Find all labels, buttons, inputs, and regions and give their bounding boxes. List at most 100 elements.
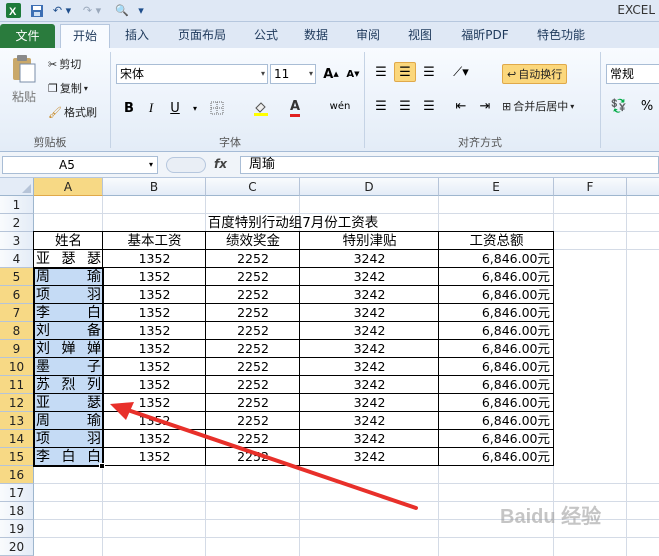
redo-icon[interactable]: ↷ ▾: [80, 2, 104, 19]
undo-icon[interactable]: ↶ ▾: [50, 2, 74, 19]
column-header-f[interactable]: F: [554, 178, 627, 196]
allowance-cell[interactable]: 3242: [300, 268, 439, 286]
italic-button[interactable]: I: [140, 98, 162, 118]
name-box[interactable]: A5 ▾: [2, 156, 158, 174]
row-header[interactable]: 8: [0, 322, 34, 340]
column-header-g[interactable]: [627, 178, 659, 196]
allowance-cell[interactable]: 3242: [300, 250, 439, 268]
name-cell[interactable]: 刘备: [34, 322, 103, 340]
tab-page-layout[interactable]: 页面布局: [170, 24, 234, 48]
table-header-cell[interactable]: 姓名: [34, 232, 103, 250]
base-salary-cell[interactable]: 1352: [103, 250, 206, 268]
total-cell[interactable]: 6,846.00元: [439, 376, 554, 394]
paste-button[interactable]: 粘贴: [6, 54, 42, 105]
name-cell[interactable]: 刘婵婵: [34, 340, 103, 358]
total-cell[interactable]: 6,846.00元: [439, 412, 554, 430]
table-header-cell[interactable]: 基本工资: [103, 232, 206, 250]
allowance-cell[interactable]: 3242: [300, 304, 439, 322]
underline-button[interactable]: U: [164, 98, 186, 118]
base-salary-cell[interactable]: 1352: [103, 376, 206, 394]
row-header[interactable]: 19: [0, 520, 34, 538]
bonus-cell[interactable]: 2252: [206, 358, 300, 376]
name-cell[interactable]: 李白白: [34, 448, 103, 466]
font-name-select[interactable]: 宋体 ▾: [116, 64, 268, 84]
column-header-c[interactable]: C: [206, 178, 300, 196]
allowance-cell[interactable]: 3242: [300, 358, 439, 376]
decrease-indent-icon[interactable]: ⇤: [450, 96, 472, 116]
column-header-a[interactable]: A: [34, 178, 103, 196]
align-left-icon[interactable]: ☰: [370, 96, 392, 116]
print-preview-icon[interactable]: 🔍: [112, 2, 132, 19]
base-salary-cell[interactable]: 1352: [103, 286, 206, 304]
tab-special[interactable]: 特色功能: [528, 24, 594, 48]
total-cell[interactable]: 6,846.00元: [439, 394, 554, 412]
total-cell[interactable]: 6,846.00元: [439, 268, 554, 286]
copy-button[interactable]: ❐ 复制 ▾: [48, 80, 88, 96]
table-title[interactable]: 百度特别行动组7月份工资表: [103, 214, 483, 232]
total-cell[interactable]: 6,846.00元: [439, 250, 554, 268]
tab-formulas[interactable]: 公式: [246, 24, 286, 48]
grow-font-icon[interactable]: A ▲: [320, 64, 342, 84]
align-right-icon[interactable]: ☰: [418, 96, 440, 116]
table-header-cell[interactable]: 工资总额: [439, 232, 554, 250]
name-cell[interactable]: 墨子: [34, 358, 103, 376]
row-header[interactable]: 1: [0, 196, 34, 214]
column-header-d[interactable]: D: [300, 178, 439, 196]
table-header-cell[interactable]: 特别津贴: [300, 232, 439, 250]
align-top-icon[interactable]: ☰: [370, 62, 392, 82]
tab-foxit-pdf[interactable]: 福昕PDF: [452, 24, 518, 48]
base-salary-cell[interactable]: 1352: [103, 304, 206, 322]
allowance-cell[interactable]: 3242: [300, 340, 439, 358]
row-header[interactable]: 10: [0, 358, 34, 376]
tab-file[interactable]: 文件: [0, 24, 55, 48]
row-header[interactable]: 7: [0, 304, 34, 322]
tab-data[interactable]: 数据: [296, 24, 336, 48]
bonus-cell[interactable]: 2252: [206, 322, 300, 340]
table-header-cell[interactable]: 绩效奖金: [206, 232, 300, 250]
column-header-e[interactable]: E: [439, 178, 554, 196]
row-header[interactable]: 20: [0, 538, 34, 556]
name-cell[interactable]: 亚瑟: [34, 394, 103, 412]
row-header[interactable]: 4: [0, 250, 34, 268]
total-cell[interactable]: 6,846.00元: [439, 358, 554, 376]
row-header[interactable]: 12: [0, 394, 34, 412]
base-salary-cell[interactable]: 1352: [103, 340, 206, 358]
formula-bar-handle[interactable]: [166, 157, 206, 173]
name-cell[interactable]: 项羽: [34, 430, 103, 448]
bonus-cell[interactable]: 2252: [206, 304, 300, 322]
base-salary-cell[interactable]: 1352: [103, 322, 206, 340]
bonus-cell[interactable]: 2252: [206, 376, 300, 394]
tab-home[interactable]: 开始: [60, 24, 110, 48]
row-header[interactable]: 15: [0, 448, 34, 466]
orientation-icon[interactable]: ⟋▾: [450, 62, 472, 82]
bold-button[interactable]: B: [118, 98, 140, 118]
cut-button[interactable]: ✂ 剪切: [48, 56, 81, 72]
base-salary-cell[interactable]: 1352: [103, 268, 206, 286]
row-header[interactable]: 14: [0, 430, 34, 448]
fill-color-icon[interactable]: [250, 98, 272, 118]
increase-indent-icon[interactable]: ⇥: [474, 96, 496, 116]
wrap-text-button[interactable]: ↩ 自动换行: [502, 64, 568, 84]
bonus-cell[interactable]: 2252: [206, 268, 300, 286]
align-bottom-icon[interactable]: ☰: [418, 62, 440, 82]
bonus-cell[interactable]: 2252: [206, 340, 300, 358]
font-size-select[interactable]: 11 ▾: [270, 64, 316, 84]
row-header[interactable]: 18: [0, 502, 34, 520]
row-header[interactable]: 6: [0, 286, 34, 304]
underline-dropdown-icon[interactable]: ▾: [184, 98, 206, 118]
percent-button[interactable]: %: [636, 96, 658, 116]
row-header[interactable]: 2: [0, 214, 34, 232]
total-cell[interactable]: 6,846.00元: [439, 430, 554, 448]
total-cell[interactable]: 6,846.00元: [439, 286, 554, 304]
tab-insert[interactable]: 插入: [116, 24, 158, 48]
total-cell[interactable]: 6,846.00元: [439, 448, 554, 466]
save-icon[interactable]: [28, 2, 46, 19]
row-header[interactable]: 5: [0, 268, 34, 286]
align-center-icon[interactable]: ☰: [394, 96, 416, 116]
shrink-font-icon[interactable]: A ▼: [342, 64, 364, 84]
font-color-icon[interactable]: A: [284, 98, 306, 118]
bonus-cell[interactable]: 2252: [206, 286, 300, 304]
allowance-cell[interactable]: 3242: [300, 376, 439, 394]
row-header[interactable]: 11: [0, 376, 34, 394]
name-cell[interactable]: 周瑜: [34, 412, 103, 430]
